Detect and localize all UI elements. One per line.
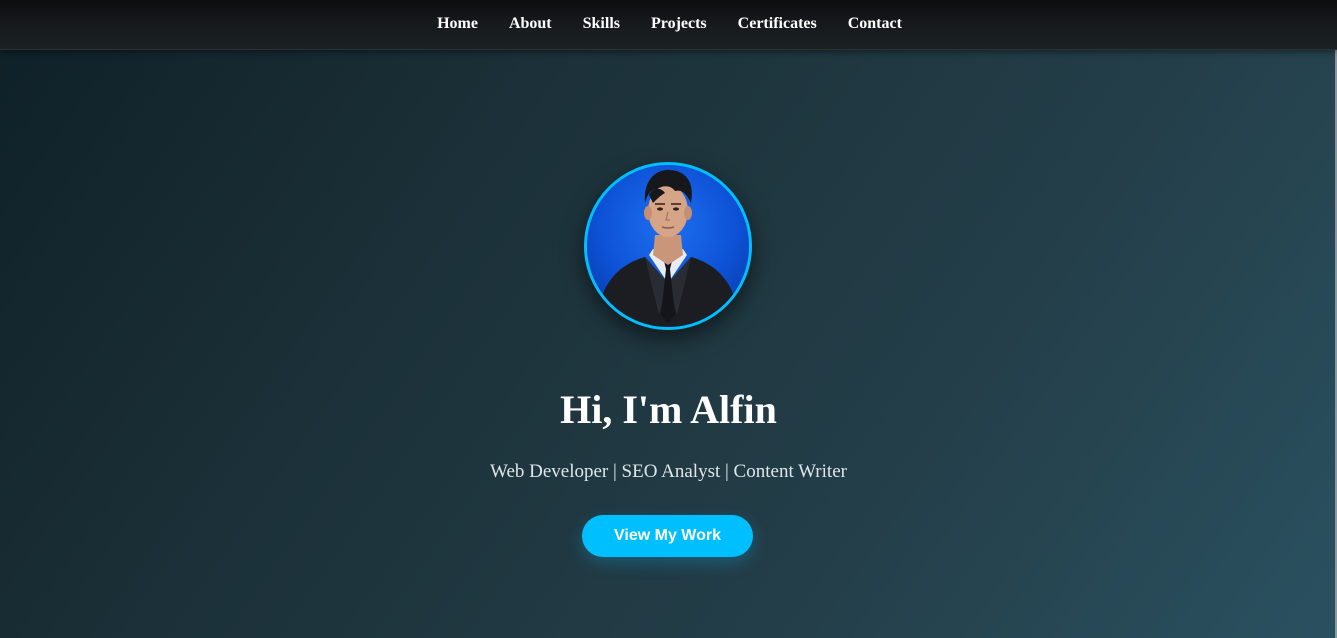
nav-link-contact[interactable]: Contact bbox=[848, 15, 902, 32]
view-my-work-button[interactable]: View My Work bbox=[582, 515, 753, 557]
hero-subtitle: Web Developer | SEO Analyst | Content Wr… bbox=[490, 461, 847, 482]
navbar: Home About Skills Projects Certificates … bbox=[0, 0, 1337, 50]
nav-item-projects: Projects bbox=[650, 15, 707, 34]
nav-link-certificates[interactable]: Certificates bbox=[738, 15, 817, 32]
nav-item-skills: Skills bbox=[582, 15, 620, 34]
nav-item-home: Home bbox=[436, 15, 478, 34]
profile-photo-icon bbox=[587, 165, 749, 327]
hero-section: Hi, I'm Alfin Web Developer | SEO Analys… bbox=[0, 49, 1337, 638]
nav-links: Home About Skills Projects Certificates … bbox=[0, 0, 1337, 49]
nav-item-contact: Contact bbox=[847, 15, 902, 34]
nav-link-projects[interactable]: Projects bbox=[651, 15, 707, 32]
hero-title: Hi, I'm Alfin bbox=[560, 387, 777, 432]
nav-item-about: About bbox=[508, 15, 552, 34]
nav-link-skills[interactable]: Skills bbox=[583, 15, 620, 32]
nav-item-certificates: Certificates bbox=[737, 15, 817, 34]
profile-avatar bbox=[584, 162, 752, 330]
nav-link-home[interactable]: Home bbox=[437, 15, 478, 32]
nav-link-about[interactable]: About bbox=[509, 15, 552, 32]
